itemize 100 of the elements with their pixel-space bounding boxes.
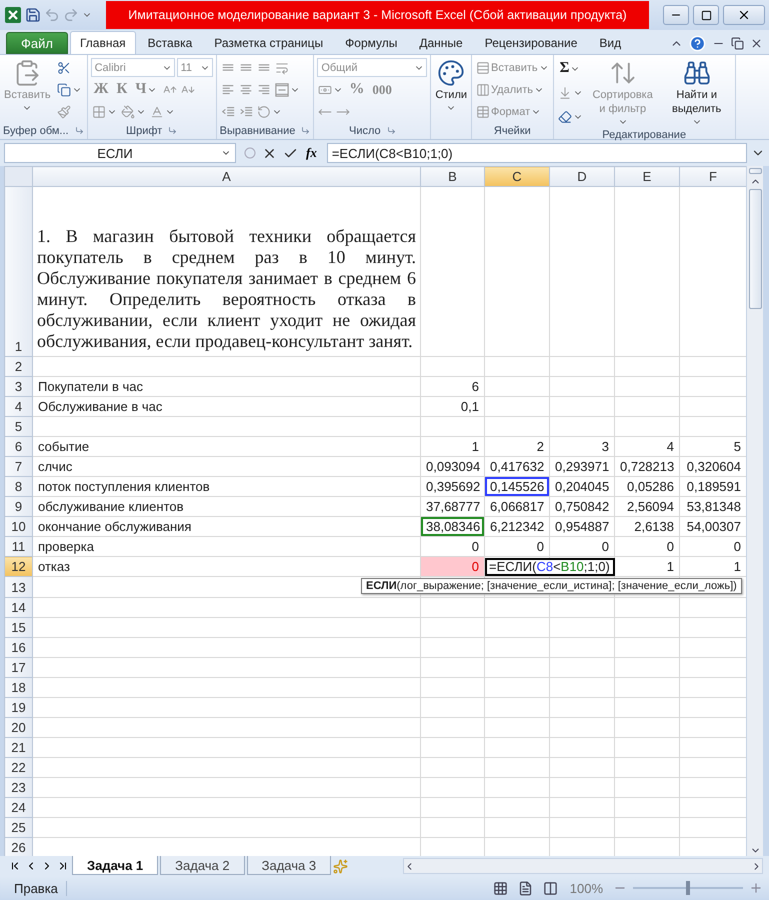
row-header[interactable]: 3 xyxy=(4,376,32,396)
zoom-in-icon[interactable] xyxy=(749,881,763,895)
borders-icon xyxy=(92,104,106,118)
column-header[interactable]: B xyxy=(420,166,484,186)
close-icon[interactable] xyxy=(750,36,763,50)
maximize-button[interactable] xyxy=(693,5,719,25)
row-header[interactable]: 12 xyxy=(4,556,32,576)
row-header[interactable]: 22 xyxy=(4,758,32,778)
row-header[interactable]: 20 xyxy=(4,718,32,738)
row-header[interactable]: 9 xyxy=(4,496,32,516)
copy-icon xyxy=(56,82,71,96)
help-icon[interactable] xyxy=(689,34,706,52)
ribbon-button[interactable]: Стили xyxy=(434,57,468,121)
table-cell-text: 0,1 xyxy=(460,398,480,416)
sheet-tab[interactable]: Задача 3 xyxy=(246,856,332,875)
redo-icon[interactable] xyxy=(63,7,79,23)
row-header[interactable]: 24 xyxy=(4,798,32,818)
sheet-tab[interactable]: Задача 1 xyxy=(72,856,158,875)
row-header[interactable]: 25 xyxy=(4,818,32,838)
cell-editor[interactable]: =ЕСЛИ(C8<B10;1;0) xyxy=(485,558,615,576)
function-tooltip: ЕСЛИ(лог_выражение; [значение_если_истина]; [значение_если_ложь]) xyxy=(361,578,742,594)
text-orientation-icon xyxy=(256,104,271,118)
vertical-scrollbar[interactable] xyxy=(746,166,763,856)
file-tab[interactable]: Файл xyxy=(6,32,68,54)
fill-down-icon xyxy=(558,86,572,100)
row-header[interactable]: 21 xyxy=(4,738,32,758)
app-logo-icon[interactable] xyxy=(4,6,22,24)
insert-function-button[interactable]: fx xyxy=(304,145,319,161)
paintbrush-icon xyxy=(56,104,71,118)
table-cell-text: 6,066817 xyxy=(489,498,546,516)
row-header[interactable]: 13 xyxy=(4,576,32,598)
table-cell-text: 0,417632 xyxy=(489,458,546,476)
ribbon-tab[interactable]: Вид xyxy=(589,31,632,54)
row-header[interactable]: 2 xyxy=(4,356,32,376)
column-header[interactable]: D xyxy=(550,166,614,186)
table-cell-text: Покупатели в час xyxy=(37,378,144,396)
row-header[interactable]: 1 xyxy=(4,186,32,356)
table-cell-text: 0,320604 xyxy=(686,458,742,476)
row-header[interactable]: 6 xyxy=(4,436,32,456)
table-cell-text: 3 xyxy=(600,438,610,456)
table-rows-icon xyxy=(476,60,490,74)
row-header[interactable]: 23 xyxy=(4,778,32,798)
scroll-thumb[interactable] xyxy=(748,189,762,309)
table-cell-text: 54,00307 xyxy=(686,518,742,536)
restore-icon[interactable] xyxy=(731,36,744,50)
row-header[interactable]: 18 xyxy=(4,678,32,698)
row-header[interactable]: 17 xyxy=(4,658,32,678)
merge-cells-icon xyxy=(274,82,289,96)
dialog-launcher-icon[interactable] xyxy=(386,126,396,135)
table-cell-text: 0,05286 xyxy=(626,478,675,496)
table-cell-text: 6,212342 xyxy=(489,518,546,536)
ribbon-tab[interactable]: Формулы xyxy=(335,31,408,54)
row-header[interactable]: 7 xyxy=(4,456,32,476)
group-label: Число xyxy=(349,124,381,136)
table-cell-text: проверка xyxy=(37,538,95,556)
row-header[interactable]: 14 xyxy=(4,598,32,618)
sheet-tab[interactable]: Задача 2 xyxy=(160,856,245,875)
ribbon-tab[interactable]: Главная xyxy=(70,31,136,54)
horizontal-scrollbar[interactable] xyxy=(403,858,763,874)
column-header[interactable]: A xyxy=(32,166,420,186)
save-icon[interactable] xyxy=(25,7,41,23)
column-header[interactable]: F xyxy=(680,166,746,186)
table-cell-text: 0,093094 xyxy=(425,458,482,476)
row-header[interactable]: 16 xyxy=(4,638,32,658)
dialog-launcher-icon[interactable] xyxy=(168,126,178,135)
ribbon-button[interactable]: Найти и выделить xyxy=(662,57,732,129)
styles-icon xyxy=(437,59,466,87)
insert-sheet-icon[interactable] xyxy=(333,858,348,874)
table-cell-text: 0,293971 xyxy=(554,458,610,476)
table-format-icon xyxy=(476,104,490,118)
row-header[interactable]: 4 xyxy=(4,396,32,416)
ribbon-button[interactable]: Σ xyxy=(556,58,584,80)
ribbon-tab[interactable]: Рецензирование xyxy=(474,31,588,54)
ribbon-tab[interactable]: Разметка страницы xyxy=(204,31,334,54)
row-header[interactable]: 19 xyxy=(4,698,32,718)
close-icon xyxy=(737,8,751,22)
name-box[interactable]: ЕСЛИ xyxy=(4,143,236,163)
status-mode: Правка xyxy=(6,880,67,896)
row-header[interactable]: 10 xyxy=(4,516,32,536)
ribbon-tab[interactable]: Вставка xyxy=(138,31,202,54)
row-header[interactable]: 8 xyxy=(4,476,32,496)
close-button[interactable] xyxy=(723,5,765,25)
table-cell-text: 0 xyxy=(666,538,675,556)
dialog-launcher-icon[interactable] xyxy=(301,126,310,135)
column-header[interactable]: C xyxy=(484,166,550,186)
row-header[interactable]: 5 xyxy=(4,416,32,436)
row-header[interactable]: 11 xyxy=(4,536,32,556)
zoom-slider-thumb[interactable] xyxy=(686,881,690,895)
table-cell-text: обслуживание клиентов xyxy=(37,498,185,516)
dialog-launcher-icon[interactable] xyxy=(74,126,84,135)
row-header[interactable]: 15 xyxy=(4,618,32,638)
select-all-corner[interactable] xyxy=(4,166,32,186)
task-paragraph: 1. В магазин бытовой техники обращается покупатель в среднем раз в 10 минут. Обслуживание покупателя занимает в среднем 6 минут. Определить вероятность отказа в обслуживании, если клиент уходит не ожидая обслуживания, если продавец-консультант занят. xyxy=(36,226,417,353)
formula-field[interactable]: =ЕСЛИ(C8<B10;1;0) xyxy=(326,143,747,163)
align-top-icon xyxy=(220,63,235,72)
ribbon-tab[interactable]: Данные xyxy=(409,31,473,54)
wrap-text-icon xyxy=(274,60,289,74)
row-header[interactable]: 26 xyxy=(4,838,32,856)
table-cell-text: Обслуживание в час xyxy=(37,398,164,416)
column-header[interactable]: E xyxy=(614,166,680,186)
